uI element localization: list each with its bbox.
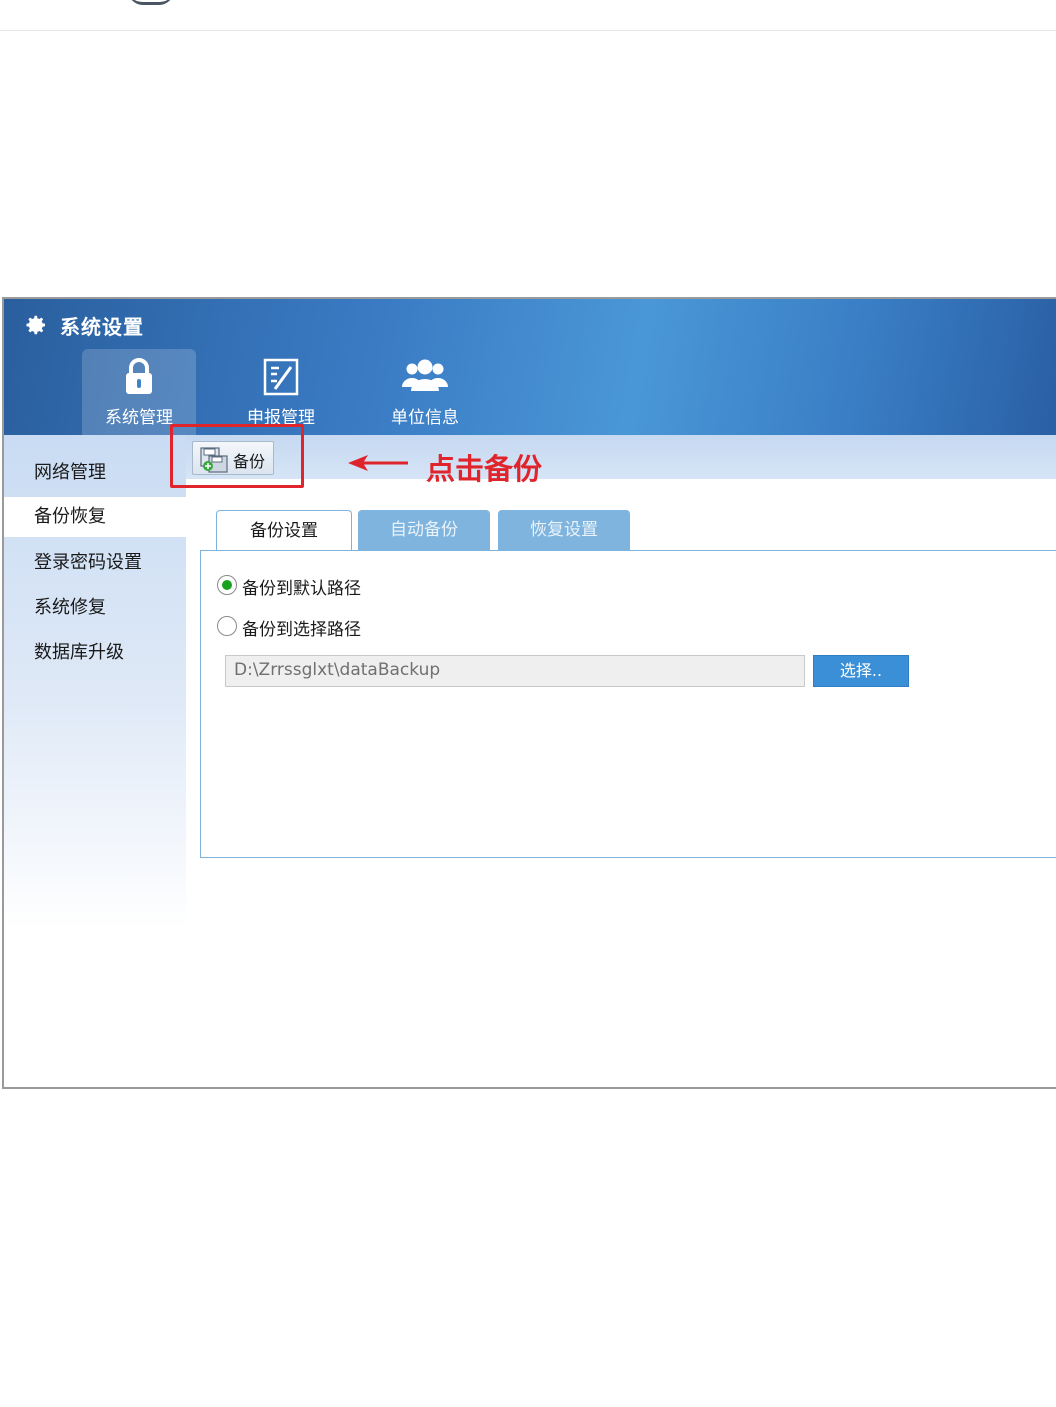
tab-restore-settings[interactable]: 恢复设置 bbox=[498, 510, 630, 552]
annotation-text: 点击备份 bbox=[426, 452, 543, 486]
backup-path-field[interactable]: D:\Zrrssglxt\dataBackup bbox=[225, 655, 805, 687]
sidebar-item-label: 备份恢复 bbox=[34, 506, 106, 527]
page-top-divider bbox=[0, 30, 1056, 31]
tab-backup-settings[interactable]: 备份设置 bbox=[216, 510, 352, 554]
sidebar-item-login-password[interactable]: 登录密码设置 bbox=[4, 543, 186, 583]
ribbon-system-management[interactable]: 系统管理 bbox=[82, 349, 196, 435]
partial-logo-mark bbox=[128, 0, 174, 5]
tab-auto-backup[interactable]: 自动备份 bbox=[358, 510, 490, 552]
sidebar-item-system-repair[interactable]: 系统修复 bbox=[4, 588, 186, 628]
sidebar-item-database-upgrade[interactable]: 数据库升级 bbox=[4, 633, 186, 673]
tab-label: 恢复设置 bbox=[530, 520, 598, 540]
edit-document-icon bbox=[263, 358, 299, 396]
ribbon-label: 单位信息 bbox=[391, 408, 459, 428]
radio-label: 备份到选择路径 bbox=[242, 620, 361, 640]
tab-label: 自动备份 bbox=[390, 520, 458, 540]
ribbon-unit-info[interactable]: 单位信息 bbox=[368, 349, 482, 435]
users-icon bbox=[402, 359, 448, 391]
highlight-box bbox=[170, 424, 304, 488]
window-title: 系统设置 bbox=[60, 315, 144, 339]
backup-settings-panel: 备份到默认路径 备份到选择路径 D:\Zrrssglxt\dataBackup … bbox=[200, 550, 1056, 858]
gear-icon bbox=[26, 315, 45, 335]
choose-path-button[interactable]: 选择.. bbox=[813, 655, 909, 687]
sidebar-item-label: 网络管理 bbox=[34, 462, 106, 483]
sidebar-item-label: 数据库升级 bbox=[34, 642, 124, 663]
sidebar-item-network[interactable]: 网络管理 bbox=[4, 453, 186, 493]
radio-label: 备份到默认路径 bbox=[242, 579, 361, 599]
tab-label: 备份设置 bbox=[250, 521, 318, 541]
window-titlebar: 系统设置 系统管理 申报管理 单位信息 bbox=[4, 299, 1056, 437]
arrow-left-icon bbox=[348, 455, 408, 471]
ribbon-declaration-management[interactable]: 申报管理 bbox=[224, 349, 338, 435]
sidebar-item-backup-restore[interactable]: 备份恢复 bbox=[4, 497, 186, 537]
sidebar-item-label: 登录密码设置 bbox=[34, 552, 142, 573]
radio-button-unchecked[interactable] bbox=[217, 616, 237, 636]
settings-window: 系统设置 系统管理 申报管理 单位信息 网络管理 备份恢复 登录密码设置 系统修… bbox=[2, 297, 1056, 1089]
sidebar: 网络管理 备份恢复 登录密码设置 系统修复 数据库升级 bbox=[4, 435, 186, 1087]
radio-button-checked[interactable] bbox=[217, 575, 237, 595]
lock-icon bbox=[126, 358, 152, 394]
sidebar-item-label: 系统修复 bbox=[34, 597, 106, 618]
